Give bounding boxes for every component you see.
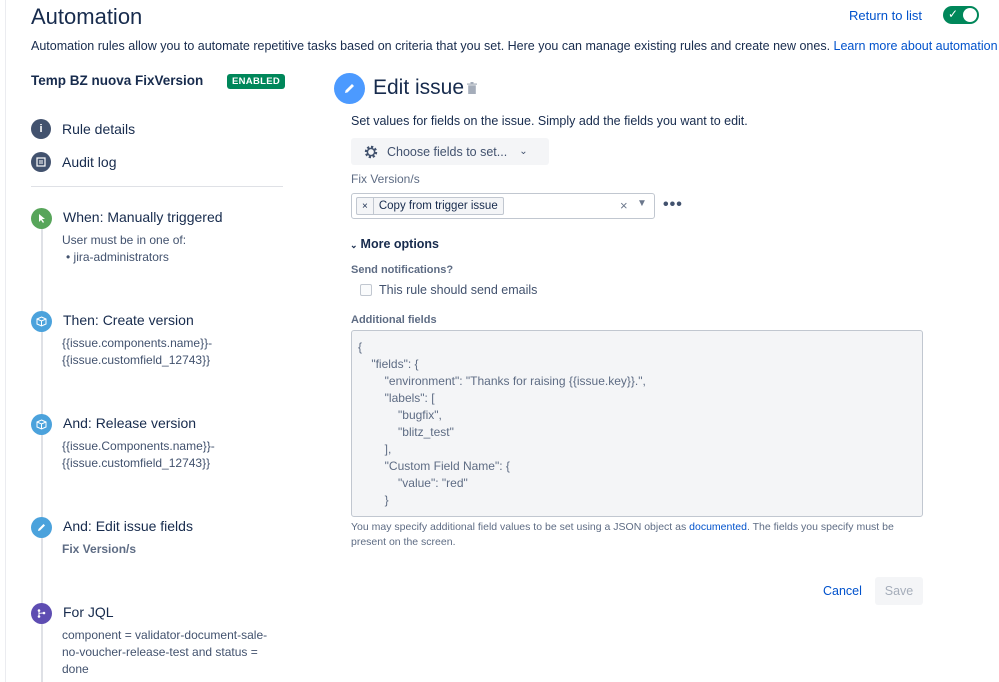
json-line: { xyxy=(358,340,363,354)
editor-title: Edit issue xyxy=(373,76,465,99)
caret-down-icon[interactable]: ▼ xyxy=(637,198,647,209)
json-line: "value": "red" xyxy=(358,476,468,490)
learn-more-link[interactable]: Learn more about automation xyxy=(834,39,998,53)
cursor-icon xyxy=(31,208,52,229)
step-detail: no-voucher-release-test and status = xyxy=(62,645,258,659)
fix-version-select[interactable]: × Copy from trigger issue × ▼ xyxy=(351,193,655,219)
rule-enabled-toggle[interactable]: ✓ xyxy=(943,6,979,24)
choose-fields-label: Choose fields to set... xyxy=(387,144,508,159)
pencil-icon xyxy=(334,73,365,104)
help-text: You may specify additional field values … xyxy=(351,521,894,548)
pencil-icon xyxy=(31,517,52,538)
json-line: ], xyxy=(358,442,392,456)
step-detail: done xyxy=(62,662,89,676)
intro-text: Automation rules allow you to automate r… xyxy=(31,39,998,53)
return-to-list-link[interactable]: Return to list xyxy=(849,8,922,23)
send-emails-option[interactable]: This rule should send emails xyxy=(360,283,537,297)
save-button[interactable]: Save xyxy=(875,577,923,605)
step-detail: component = validator-document-sale- xyxy=(62,628,268,642)
step-title: When: Manually triggered xyxy=(63,209,223,225)
json-line: } xyxy=(358,493,389,507)
log-icon xyxy=(31,152,51,172)
trash-icon[interactable] xyxy=(467,82,477,94)
remove-chip-icon[interactable]: × xyxy=(357,198,374,214)
step-title: And: Release version xyxy=(63,415,197,431)
sidebar-item-label: Audit log xyxy=(62,154,117,170)
editor-description: Set values for fields on the issue. Simp… xyxy=(351,114,748,128)
cancel-button[interactable]: Cancel xyxy=(823,584,862,598)
chevron-down-icon: ⌄ xyxy=(350,240,358,250)
chevron-down-icon: ⌄ xyxy=(519,146,528,157)
info-icon: i xyxy=(31,119,51,139)
json-line: "blitz_test" xyxy=(358,425,454,439)
json-line: "bugfix", xyxy=(358,408,442,422)
step-detail: Fix Version/s xyxy=(62,542,137,556)
value-chip: × Copy from trigger issue xyxy=(356,197,504,215)
step-detail: {{issue.customfield_12743}} xyxy=(62,353,211,367)
additional-fields-editor[interactable]: { "fields": { "environment": "Thanks for… xyxy=(351,330,923,517)
divider xyxy=(31,186,283,187)
documented-link[interactable]: documented xyxy=(689,521,747,533)
sidebar-item-audit-log[interactable]: Audit log xyxy=(31,151,116,173)
field-label: Fix Version/s xyxy=(351,172,420,186)
step-detail: • jira-administrators xyxy=(66,250,169,264)
json-line: "labels": [ xyxy=(358,391,435,405)
checkbox-label: This rule should send emails xyxy=(379,283,538,297)
step-title: For JQL xyxy=(63,604,114,620)
check-icon: ✓ xyxy=(948,7,959,21)
branch-icon xyxy=(31,603,52,624)
box-icon xyxy=(31,311,52,332)
step-detail: {{issue.components.name}}- xyxy=(62,336,213,350)
send-emails-checkbox[interactable] xyxy=(360,284,372,296)
step-detail: {{issue.Components.name}}- xyxy=(62,439,215,453)
step-detail: {{issue.customfield_12743}} xyxy=(62,456,211,470)
gear-icon xyxy=(364,145,378,158)
status-badge: ENABLED xyxy=(227,74,286,89)
step-detail: User must be in one of: xyxy=(62,233,187,247)
sidebar-item-rule-details[interactable]: i Rule details xyxy=(31,118,135,140)
json-line: "environment": "Thanks for raising {{iss… xyxy=(358,374,646,388)
page-title: Automation xyxy=(31,4,143,29)
step-title: And: Edit issue fields xyxy=(63,518,193,534)
choose-fields-button[interactable]: Choose fields to set... ⌄ xyxy=(351,138,549,165)
step-title: Then: Create version xyxy=(63,312,194,328)
json-line: "Custom Field Name": { xyxy=(358,459,510,473)
clear-icon[interactable]: × xyxy=(620,198,628,213)
left-border xyxy=(0,0,6,682)
sidebar-item-label: Rule details xyxy=(62,121,136,137)
notifications-label: Send notifications? xyxy=(351,264,454,276)
additional-fields-label: Additional fields xyxy=(351,314,437,326)
json-line: "fields": { xyxy=(358,357,419,371)
chip-label: Copy from trigger issue xyxy=(378,200,498,212)
rule-name: Temp BZ nuova FixVersion xyxy=(31,73,204,88)
more-actions-icon[interactable]: ••• xyxy=(663,196,683,214)
toggle-knob xyxy=(963,8,977,22)
more-options-toggle[interactable]: ⌄ More options xyxy=(350,237,439,251)
box-icon xyxy=(31,414,52,435)
